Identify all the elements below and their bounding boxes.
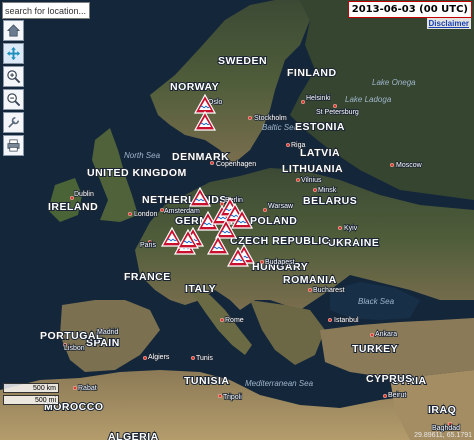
svg-text:Helsinki: Helsinki [306,95,331,102]
city-lisbon: Lisbon [63,343,86,353]
svg-text:Amsterdam: Amsterdam [164,208,200,215]
label-france: FRANCE [124,271,171,283]
label-ireland: IRELAND [48,201,98,213]
label-cyprus: CYPRUS [366,373,413,385]
svg-text:Copenhagen: Copenhagen [216,161,256,168]
city-amsterdam: Amsterdam [159,207,201,216]
label-uk: UNITED KINGDOM [87,167,187,179]
zoom-out-icon [7,93,21,107]
label-tunisia: TUNISIA [184,375,230,387]
scale-km: 500 km [3,383,59,393]
label-sweden: SWEDEN [218,55,267,67]
zoom-out-button[interactable] [3,89,24,110]
home-button[interactable] [3,20,24,41]
svg-text:Ankara: Ankara [375,331,397,338]
print-icon [7,139,20,152]
label-portugal: PORTUGAL [40,330,103,342]
label-czech: CZECH REPUBLIC [230,235,330,247]
city-stockholm: Stockholm [247,114,288,123]
svg-text:Madrid: Madrid [97,329,119,336]
svg-text:Istanbul: Istanbul [334,317,359,324]
svg-text:Budapest: Budapest [265,259,295,266]
svg-text:Bucharest: Bucharest [313,287,345,294]
svg-text:Riga: Riga [291,142,306,149]
pan-icon [6,46,21,61]
svg-text:Lisbon: Lisbon [64,345,85,352]
print-button[interactable] [3,135,24,156]
city-algiers: Algiers [142,353,171,362]
svg-text:Stockholm: Stockholm [254,115,287,122]
zoom-in-button[interactable] [3,66,24,87]
label-poland: POLAND [250,215,297,227]
svg-text:Tripoli: Tripoli [223,394,242,401]
svg-text:Minsk: Minsk [318,187,337,194]
label-algeria: ALGERIA [108,431,159,440]
svg-text:Kyiv: Kyiv [344,225,358,232]
label-romania: ROMANIA [283,274,337,286]
coordinates-readout: 29.89611, 65.1791 [414,432,472,439]
label-mediterranean: Mediterranean Sea [245,379,314,388]
label-ukraine: UKRAINE [328,237,379,249]
svg-text:Beirut: Beirut [388,392,406,399]
city-moscow: Moscow [390,161,423,170]
map-canvas[interactable]: North Sea Baltic Sea Black Sea Mediterra… [0,0,474,440]
svg-text:Algiers: Algiers [148,354,170,361]
svg-text:Dublin: Dublin [74,191,94,198]
city-budapest: Budapest [260,258,295,267]
label-black-sea: Black Sea [358,297,395,306]
svg-text:Tunis: Tunis [196,355,213,362]
label-estonia: ESTONIA [295,121,345,133]
city-vilnius: Vilnius [296,176,323,185]
label-baltic-sea: Baltic Sea [262,123,299,132]
label-lithuania: LITHUANIA [282,163,343,175]
label-italy: ITALY [185,283,216,295]
city-paris: Paris [139,239,157,250]
scale-mi: 500 mi [3,395,59,405]
disclaimer-link[interactable]: Disclaimer [426,18,471,29]
label-lake-ladoga: Lake Ladoga [345,95,392,104]
city-bucharest: Bucharest [308,286,345,295]
scale-bar: 500 km 500 mi [3,383,61,407]
label-lake-onega: Lake Onega [372,78,416,87]
svg-text:Rome: Rome [225,317,244,324]
svg-text:St Petersburg: St Petersburg [316,109,359,116]
svg-text:Baghdad: Baghdad [432,425,460,432]
tools-button[interactable] [3,112,24,133]
wrench-icon [8,116,20,128]
svg-text:Rabat: Rabat [78,385,97,392]
home-icon [6,24,21,37]
label-north-sea: North Sea [124,151,161,160]
label-norway: NORWAY [170,81,219,93]
svg-text:Moscow: Moscow [396,162,423,169]
map-toolbar [3,20,25,156]
label-netherlands: NETHERLANDS [142,194,227,206]
search-input[interactable] [2,2,90,19]
city-madrid: Madrid [96,328,119,337]
zoom-in-icon [7,70,21,84]
label-belarus: BELARUS [303,195,357,207]
svg-text:London: London [134,211,157,218]
label-latvia: LATVIA [300,147,340,159]
svg-text:Warsaw: Warsaw [268,203,294,210]
label-turkey: TURKEY [352,343,398,355]
city-ankara: Ankara [370,330,398,339]
svg-text:Paris: Paris [140,242,156,249]
svg-text:Vilnius: Vilnius [301,177,322,184]
label-iraq: IRAQ [428,404,456,416]
forecast-date-label: 2013-06-03 (00 UTC) [347,1,472,18]
city-copenhagen: Copenhagen [209,160,257,169]
pan-button[interactable] [3,43,24,64]
label-finland: FINLAND [287,67,337,79]
